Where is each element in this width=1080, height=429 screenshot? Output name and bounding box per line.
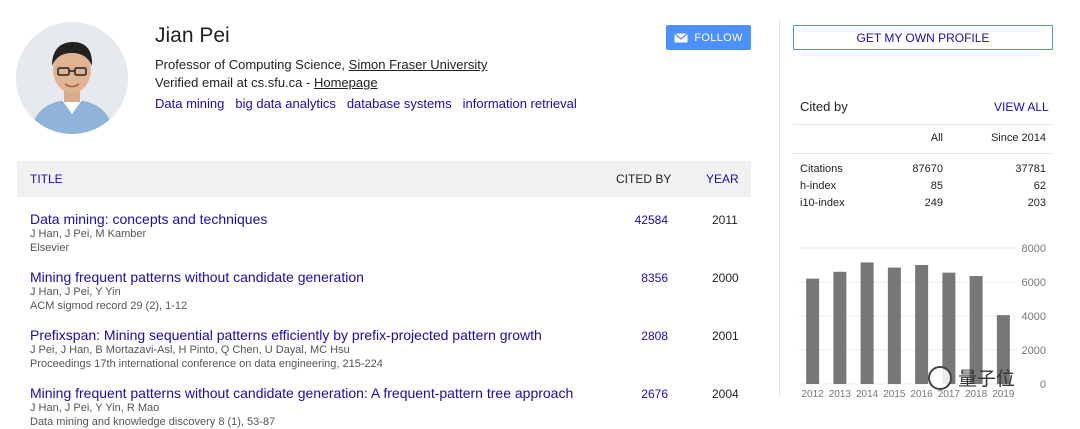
title-column-header[interactable]: TITLE (30, 172, 63, 186)
interest-link[interactable]: big data analytics (235, 96, 335, 111)
view-all-link[interactable]: VIEW ALL (994, 100, 1049, 114)
interest-link[interactable]: database systems (347, 96, 452, 111)
citation-count-link[interactable]: 8356 (608, 271, 668, 285)
cited-by-heading: Cited by (800, 99, 848, 114)
publication-authors: J Han, J Pei, M Kamber (30, 228, 147, 240)
y-tick-label: 8000 (1022, 243, 1046, 255)
profile-name: Jian Pei (155, 24, 230, 47)
publications-table-header: TITLE CITED BY YEAR (17, 161, 751, 197)
publication-venue: Elsevier (30, 242, 70, 254)
cited-by-column-header: CITED BY (616, 172, 672, 186)
watermark-logo-icon (928, 365, 952, 390)
publication-authors: J Han, J Pei, Y Yin, R Mao (30, 402, 160, 414)
email-text: Verified email at cs.sfu.ca - (155, 75, 314, 90)
y-tick-label: 6000 (1022, 277, 1046, 289)
divider (793, 124, 1053, 125)
profile-main: Jian Pei Professor of Computing Science,… (0, 0, 780, 429)
stats-label: i10-index (800, 197, 845, 209)
stats-label: Citations (800, 163, 843, 175)
homepage-link[interactable]: Homepage (314, 75, 378, 90)
watermark-text: 量子位 (958, 369, 1016, 390)
x-tick-label: 2012 (802, 389, 825, 400)
publication-year: 2011 (712, 213, 738, 227)
x-tick-label: 2015 (883, 389, 906, 400)
divider (793, 153, 1053, 154)
y-tick-label: 2000 (1022, 345, 1046, 357)
publication-year: 2004 (712, 387, 739, 401)
publication-year: 2001 (712, 329, 739, 343)
stats-label: h-index (800, 180, 837, 192)
stats-all-value: 249 (924, 197, 943, 209)
chart-bar[interactable] (833, 271, 847, 384)
table-row: Prefixspan: Mining sequential patterns e… (30, 327, 750, 371)
person-portrait-icon (16, 22, 128, 134)
envelope-icon (674, 32, 689, 42)
citation-count-link[interactable]: 42584 (608, 213, 668, 227)
stats-since-value: 62 (1033, 180, 1046, 192)
profile-photo (16, 22, 128, 134)
publication-authors: J Han, J Pei, Y Yin (30, 286, 121, 298)
publication-year: 2000 (712, 271, 739, 285)
publication-authors: J Pei, J Han, B Mortazavi-Asl, H Pinto, … (30, 344, 350, 356)
affiliation: Professor of Computing Science, Simon Fr… (155, 57, 487, 72)
get-my-own-profile-button[interactable]: GET MY OWN PROFILE (793, 25, 1053, 50)
verified-email: Verified email at cs.sfu.ca - Homepage (155, 75, 378, 90)
x-tick-label: 2014 (856, 389, 879, 400)
interest-link[interactable]: information retrieval (463, 96, 577, 111)
column-divider (779, 18, 780, 398)
research-interests: Data mining big data analytics database sy… (155, 96, 588, 111)
affiliation-link[interactable]: Simon Fraser University (349, 57, 488, 72)
chart-bar[interactable] (860, 262, 874, 384)
stats-all-value: 87670 (912, 163, 943, 175)
chart-bar[interactable] (915, 265, 929, 384)
table-row: Mining frequent patterns without candida… (30, 269, 750, 313)
follow-button[interactable]: FOLLOW (666, 25, 751, 50)
table-row: Data mining: concepts and techniques J H… (30, 211, 750, 255)
watermark: 量子位 (928, 364, 1015, 391)
x-tick-label: 2013 (829, 389, 852, 400)
y-tick-label: 4000 (1022, 311, 1046, 323)
y-tick-label: 0 (1040, 379, 1046, 391)
year-column-header[interactable]: YEAR (706, 172, 739, 186)
stats-since-value: 203 (1027, 197, 1046, 209)
publication-venue: Proceedings 17th international conferenc… (30, 358, 383, 370)
interest-link[interactable]: Data mining (155, 96, 224, 111)
publication-venue: ACM sigmod record 29 (2), 1-12 (30, 300, 188, 312)
stats-all-header: All (930, 132, 943, 144)
stats-since-header: Since 2014 (990, 132, 1046, 144)
stats-since-value: 37781 (1015, 163, 1046, 175)
chart-bar[interactable] (806, 278, 820, 384)
table-row: Mining frequent patterns without candida… (30, 385, 750, 429)
chart-bar[interactable] (887, 267, 901, 384)
citation-count-link[interactable]: 2808 (608, 329, 668, 343)
follow-label: FOLLOW (694, 31, 743, 44)
publication-venue: Data mining and knowledge discovery 8 (1… (30, 416, 276, 428)
citation-count-link[interactable]: 2676 (608, 387, 668, 401)
stats-all-value: 85 (930, 180, 943, 192)
affiliation-text: Professor of Computing Science, (155, 57, 349, 72)
